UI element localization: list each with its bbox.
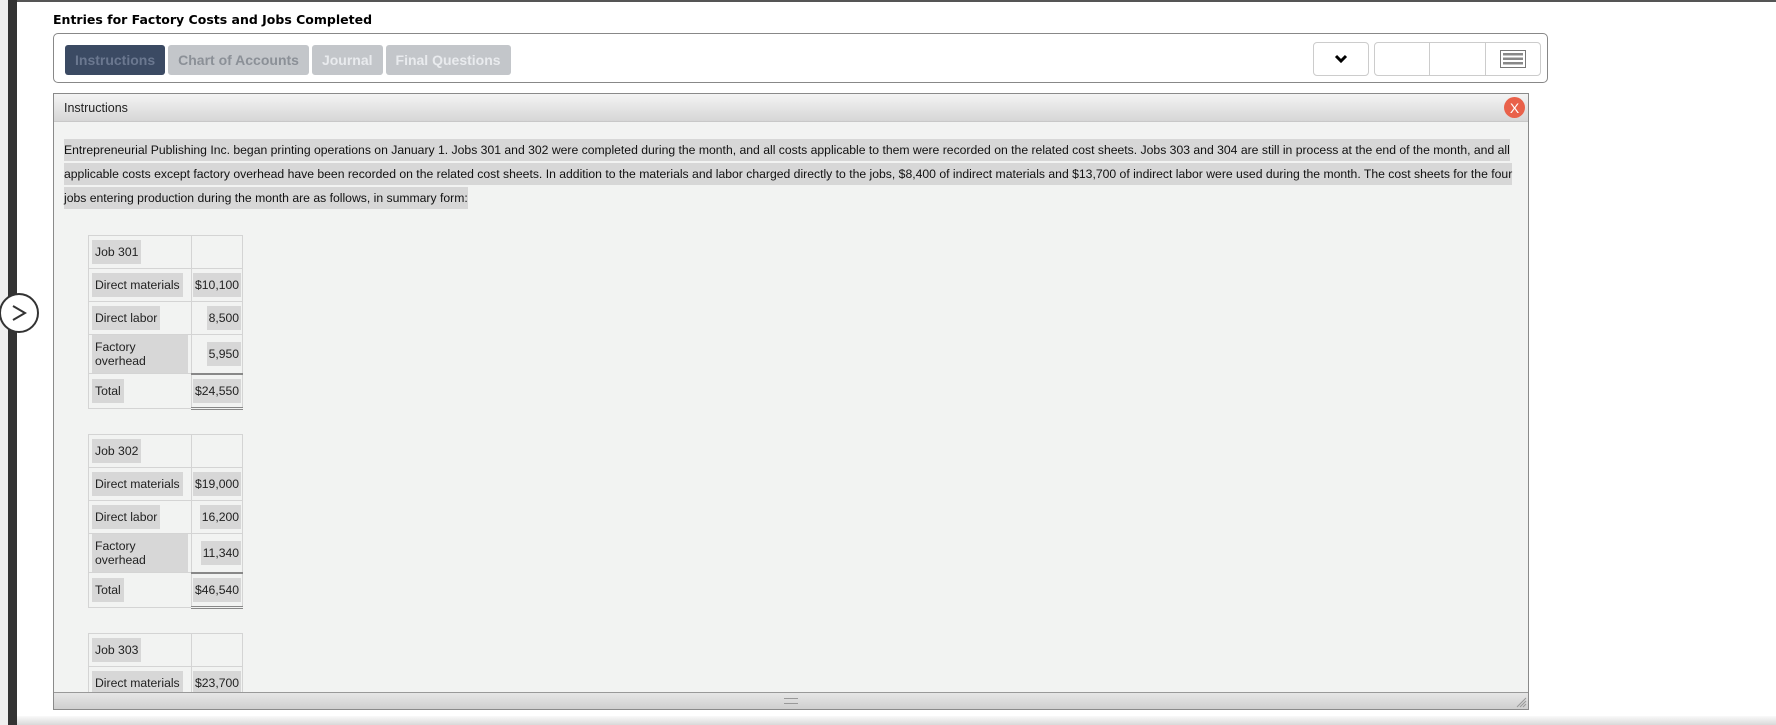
job-301-table: Job 301 Direct materials $10,100 Direct l…	[88, 235, 244, 410]
row-label: Direct labor	[92, 306, 161, 330]
close-icon: X	[1509, 99, 1520, 116]
tab-final-questions[interactable]: Final Questions	[385, 45, 511, 75]
row-label: Direct materials	[92, 472, 183, 496]
job-302-table: Job 302 Direct materials $19,000 Direct l…	[88, 434, 244, 609]
tab-journal[interactable]: Journal	[311, 45, 383, 75]
toolbar-button-2[interactable]	[1430, 43, 1486, 75]
resize-grip-icon[interactable]	[1515, 696, 1527, 708]
instructions-panel: Instructions X Entrepreneurial Publishin…	[53, 93, 1529, 710]
job-name: Job 301	[92, 240, 142, 264]
row-label: Direct labor	[92, 505, 161, 529]
row-value: 5,950	[206, 341, 242, 366]
close-button[interactable]: X	[1504, 97, 1525, 118]
tab-chart-of-accounts[interactable]: Chart of Accounts	[168, 45, 309, 75]
row-value: 8,500	[206, 306, 242, 330]
row-label: Factory overhead	[92, 335, 188, 373]
dropdown-button[interactable]	[1313, 42, 1369, 76]
bottom-strip	[17, 716, 1776, 725]
total-label: Total	[92, 577, 124, 602]
total-value: $46,540	[193, 577, 242, 602]
chevron-right-icon	[12, 305, 27, 321]
top-border	[0, 0, 1776, 2]
row-value: 11,340	[200, 540, 242, 565]
row-label: Factory overhead	[92, 534, 188, 572]
instructions-paragraph: Entrepreneurial Publishing Inc. began pr…	[64, 138, 1514, 210]
drag-handle[interactable]	[784, 698, 798, 704]
row-value: $10,100	[193, 273, 242, 297]
expand-sidebar-button[interactable]	[0, 293, 39, 333]
list-icon	[1499, 50, 1526, 68]
tab-bar: Instructions Chart of Accounts Journal F…	[53, 33, 1548, 83]
toolbar-button-group	[1374, 42, 1541, 76]
menu-button[interactable]	[1486, 43, 1540, 75]
total-value: $24,550	[193, 378, 242, 403]
panel-body[interactable]: Entrepreneurial Publishing Inc. began pr…	[54, 122, 1528, 693]
row-label: Direct materials	[92, 273, 183, 297]
job-name: Job 302	[92, 439, 142, 463]
row-value: $23,700	[193, 671, 242, 693]
left-gutter	[0, 0, 8, 725]
row-value: $19,000	[193, 472, 242, 496]
toolbar-button-1[interactable]	[1375, 43, 1431, 75]
page-title: Entries for Factory Costs and Jobs Compl…	[53, 12, 373, 27]
tab-instructions[interactable]: Instructions	[65, 45, 166, 75]
total-label: Total	[92, 378, 124, 403]
panel-header: Instructions X	[54, 94, 1528, 122]
row-value: 16,200	[199, 505, 242, 529]
job-303-table: Job 303 Direct materials $23,700	[88, 633, 244, 693]
tab-list: Instructions Chart of Accounts Journal F…	[65, 45, 511, 75]
panel-footer	[54, 692, 1528, 709]
job-name: Job 303	[92, 638, 142, 662]
sidebar-rail	[0, 0, 39, 725]
chevron-down-icon	[1334, 54, 1348, 64]
row-label: Direct materials	[92, 671, 183, 693]
panel-title: Instructions	[64, 101, 128, 115]
